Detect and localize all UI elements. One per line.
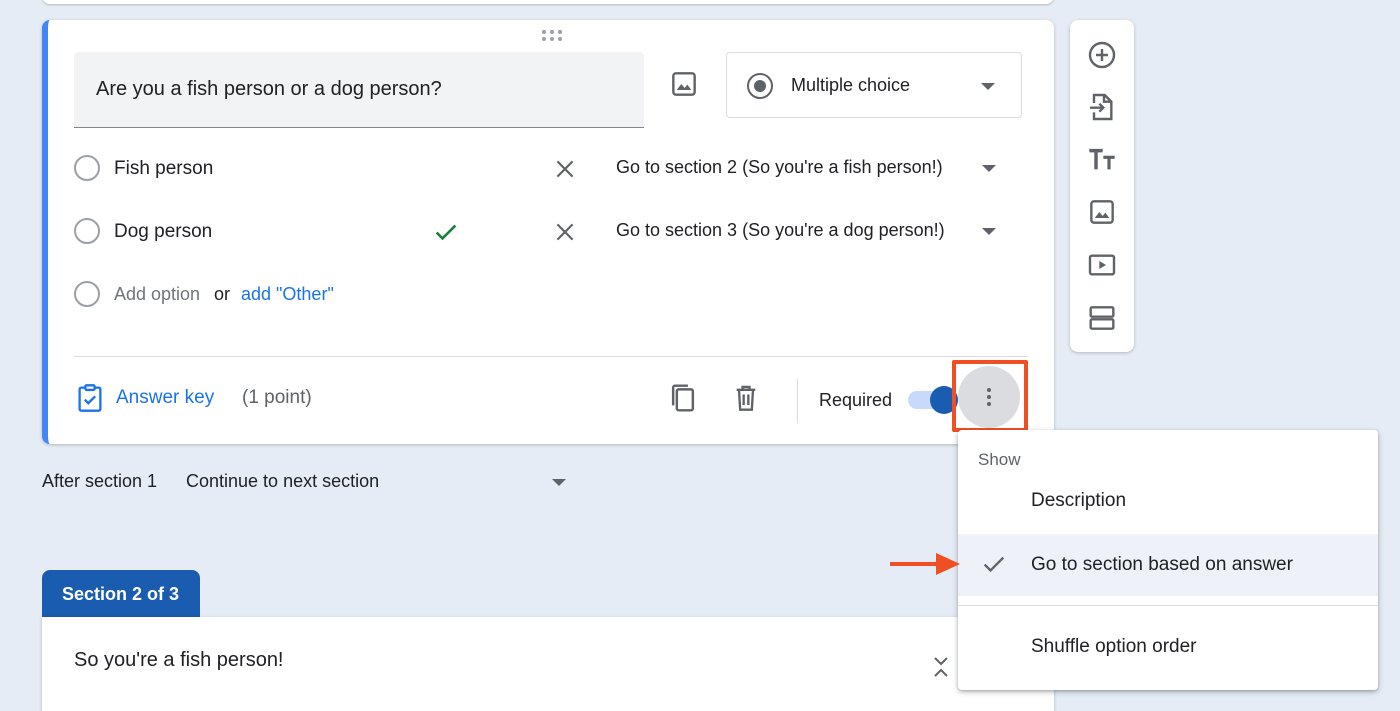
duplicate-icon[interactable] bbox=[668, 382, 698, 414]
chevron-down-icon[interactable] bbox=[982, 228, 996, 235]
chevron-down-icon bbox=[981, 83, 995, 90]
menu-item-shuffle[interactable]: Shuffle option order bbox=[958, 616, 1378, 676]
add-section-icon[interactable] bbox=[1086, 302, 1118, 334]
add-title-icon[interactable] bbox=[1086, 144, 1118, 176]
section-title[interactable]: So you're a fish person! bbox=[74, 649, 284, 672]
after-section-dropdown[interactable]: Continue to next section bbox=[186, 471, 379, 492]
more-options-menu: Show Description Go to section based on … bbox=[958, 430, 1378, 690]
checkmark-icon bbox=[980, 550, 1008, 578]
correct-answer-check-icon bbox=[432, 218, 460, 246]
menu-item-label: Description bbox=[1031, 490, 1127, 511]
question-type-label: Multiple choice bbox=[791, 75, 911, 95]
section-card[interactable]: So you're a fish person! bbox=[42, 617, 1054, 711]
add-video-icon[interactable] bbox=[1086, 249, 1118, 281]
menu-item-label: Shuffle option order bbox=[1031, 636, 1197, 657]
chevron-down-icon[interactable] bbox=[552, 479, 566, 486]
add-other-link[interactable]: add "Other" bbox=[241, 284, 334, 305]
option-radio bbox=[74, 155, 100, 181]
radio-selected-icon bbox=[747, 73, 773, 99]
delete-icon[interactable] bbox=[732, 382, 760, 414]
section-tab-label: Section 2 of 3 bbox=[62, 584, 180, 604]
menu-header: Show bbox=[978, 450, 1021, 469]
answer-key-button[interactable]: Answer key bbox=[116, 387, 214, 409]
chevron-down-icon[interactable] bbox=[982, 165, 996, 172]
points-label: (1 point) bbox=[242, 387, 312, 408]
add-option-button[interactable]: Add option bbox=[114, 284, 200, 305]
required-label: Required bbox=[819, 390, 893, 410]
arrow-annotation-icon bbox=[890, 550, 962, 578]
card-divider bbox=[74, 356, 1028, 357]
previous-card bbox=[42, 0, 1054, 4]
drag-handle-icon[interactable] bbox=[540, 28, 564, 42]
menu-item-label: Go to section based on answer bbox=[1031, 554, 1293, 575]
after-section-label: After section 1 bbox=[42, 471, 158, 491]
question-type-dropdown[interactable]: Multiple choice bbox=[726, 52, 1022, 118]
option-radio bbox=[74, 281, 100, 307]
add-image-icon[interactable] bbox=[668, 68, 700, 100]
collapse-section-icon[interactable] bbox=[932, 655, 950, 679]
footer-divider bbox=[797, 379, 798, 423]
goto-section-dropdown[interactable]: Go to section 3 (So you're a dog person!… bbox=[616, 220, 945, 241]
option-label[interactable]: Dog person bbox=[114, 221, 212, 243]
question-title-field[interactable]: Are you a fish person or a dog person? bbox=[74, 52, 644, 128]
floating-toolbar bbox=[1070, 20, 1134, 352]
question-card[interactable]: Are you a fish person or a dog person? M… bbox=[42, 20, 1054, 444]
menu-divider bbox=[958, 605, 1378, 606]
import-questions-icon[interactable] bbox=[1086, 91, 1118, 123]
remove-option-icon[interactable] bbox=[552, 219, 578, 245]
add-image-icon[interactable] bbox=[1086, 196, 1118, 228]
remove-option-icon[interactable] bbox=[552, 156, 578, 182]
goto-section-dropdown[interactable]: Go to section 2 (So you're a fish person… bbox=[616, 157, 943, 178]
or-text: or bbox=[214, 284, 231, 304]
option-label[interactable]: Fish person bbox=[114, 158, 213, 180]
highlight-annotation bbox=[952, 360, 1028, 432]
add-question-icon[interactable] bbox=[1086, 39, 1118, 71]
section-tab: Section 2 of 3 bbox=[42, 570, 200, 618]
answer-key-icon[interactable] bbox=[76, 383, 104, 413]
menu-item-go-to-section[interactable]: Go to section based on answer bbox=[958, 534, 1378, 596]
question-title: Are you a fish person or a dog person? bbox=[96, 78, 442, 100]
option-radio bbox=[74, 218, 100, 244]
menu-item-description[interactable]: Description bbox=[958, 470, 1378, 530]
